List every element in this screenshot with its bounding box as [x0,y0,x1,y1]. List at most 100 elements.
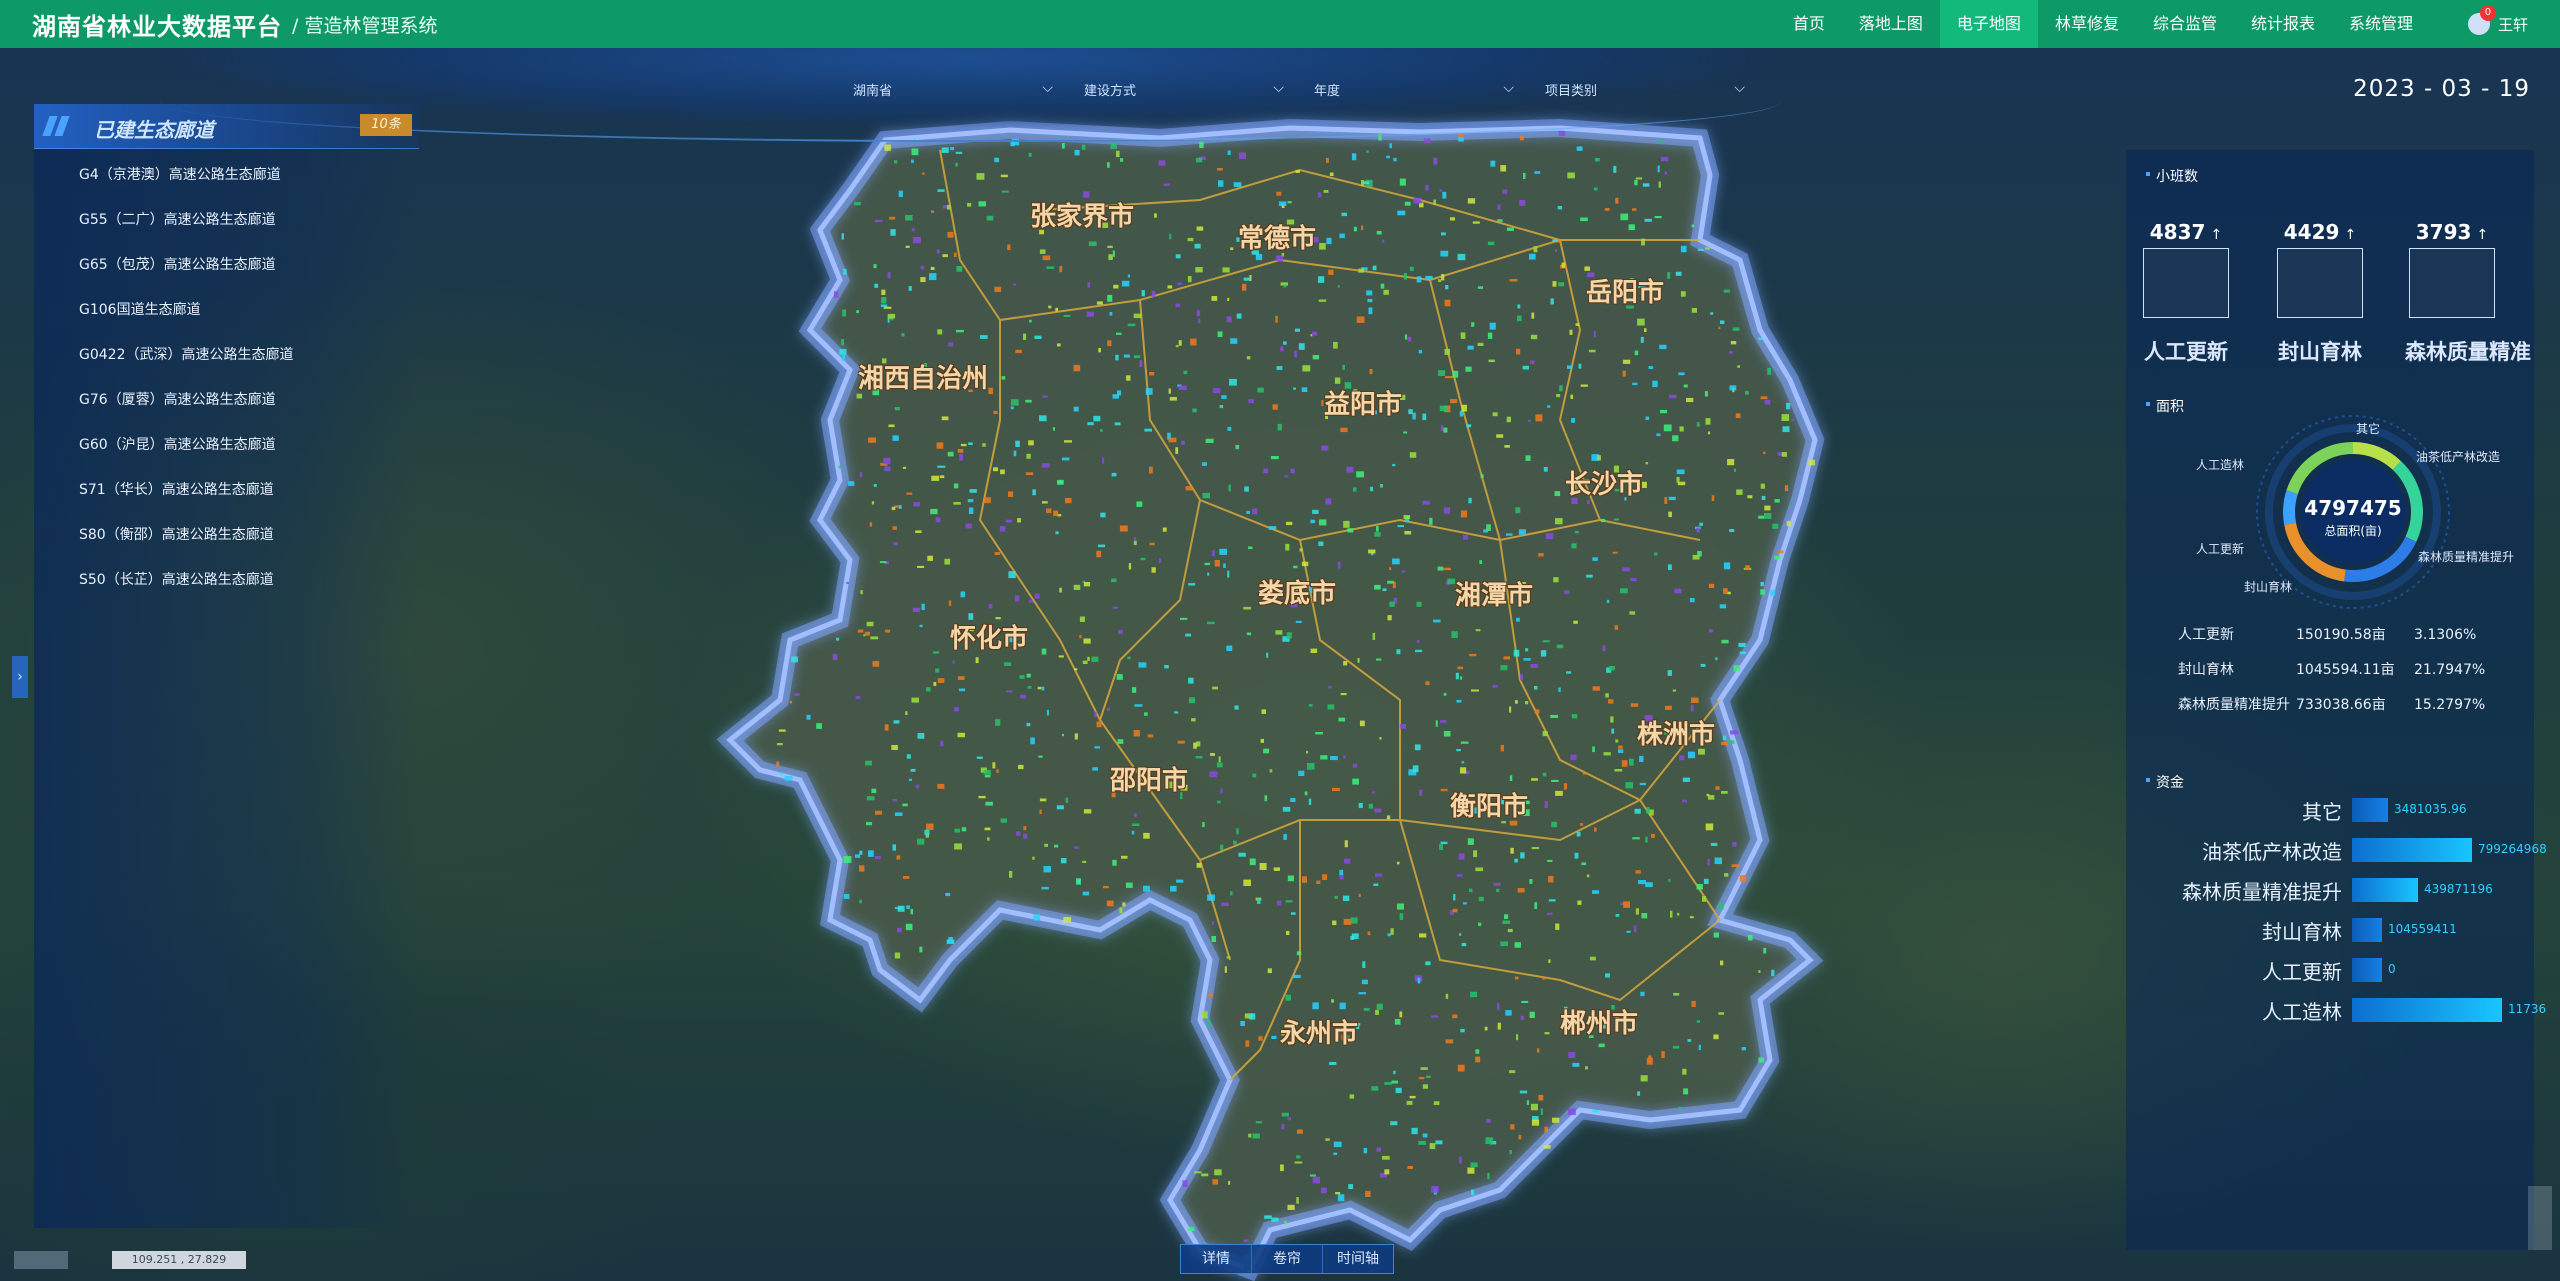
timeline-button[interactable]: 时间轴 [1323,1245,1393,1273]
stat-image [2277,248,2363,318]
fund-name: 封山育林 [2262,920,2342,944]
stat-number: 4837 [2149,220,2206,244]
panel-title: 已建生态廊道 [94,118,214,142]
arrow-up-icon: ↑ [2344,227,2357,243]
fund-row: 其它 3481035.96 [2126,794,2534,824]
section-title: 小班数 [2146,166,2198,186]
donut-label: 人工更新 [2196,542,2245,556]
swipe-button[interactable]: 卷帘 [1252,1245,1323,1273]
donut-label: 封山育林 [2244,580,2293,594]
list-item[interactable]: S80（衡邵）高速公路生态廊道 [34,513,419,558]
nav-electronic-map[interactable]: 电子地图 [1939,0,2038,48]
ecological-corridor-panel: 已建生态廊道 10条 G4（京港澳）高速公路生态廊道 G55（二广）高速公路生态… [34,104,419,1228]
city-label: 衡阳市 [1450,792,1529,822]
avatar-icon[interactable]: 0 [2467,5,2496,35]
chevron-right-icon[interactable]: › [12,656,28,698]
statistics-panel: 小班数 4837 ↑ 人工更新 4429 ↑ 封山育林 3793 ↑ 森林质量精… [2126,150,2547,1250]
list-item[interactable]: S71（华长）高速公路生态廊道 [34,468,419,513]
chevron-down-icon: ⌵ [1042,80,1053,96]
count-badge: 10条 [360,114,412,136]
chevron-down-icon: ⌵ [1273,80,1284,96]
nav-system[interactable]: 系统管理 [2332,0,2430,48]
nav-supervision[interactable]: 综合监管 [2136,0,2234,48]
bars-icon [42,116,70,136]
fund-row: 油茶低产林改造 799264968 [2126,834,2547,864]
area-name: 人工更新 [2178,627,2234,643]
table-row: 封山育林 1045594.11亩 21.7947% [2178,653,2504,688]
nav-home[interactable]: 首页 [1776,0,1842,48]
fund-value: 104559411 [2388,922,2457,936]
list-item[interactable]: G55（二广）高速公路生态廊道 [34,198,419,243]
corridor-list: G4（京港澳）高速公路生态廊道 G55（二广）高速公路生态廊道 G65（包茂）高… [34,149,419,603]
scale-bar [14,1251,68,1269]
area-table: 人工更新 150190.58亩 3.1306% 封山育林 1045594.11亩… [2178,618,2504,723]
stat-image [2409,248,2495,318]
list-item[interactable]: G106国道生态廊道 [34,288,419,333]
city-label: 益阳市 [1324,390,1403,420]
stat-card: 3793 ↑ 森林质量精准 [2402,220,2531,366]
donut-label: 森林质量精准提升 [2418,550,2515,564]
detail-button[interactable]: 详情 [1181,1245,1252,1273]
stat-image [2143,248,2229,318]
category-select[interactable]: 项目类别 ⌵ [1545,80,1745,104]
fund-row: 封山育林 104559411 [2126,914,2534,944]
method-select[interactable]: 建设方式 ⌵ [1084,80,1284,104]
fund-bar-chart: 其它 3481035.96 油茶低产林改造 799264968 森林质量精准提升… [2126,770,2547,1170]
city-label: 永州市 [1280,1019,1359,1049]
fund-bar [2352,998,2502,1022]
list-item[interactable]: G65（包茂）高速公路生态廊道 [34,243,419,288]
arrow-up-icon: ↑ [2476,227,2489,243]
donut-label: 人工造林 [2196,458,2245,472]
list-item[interactable]: S50（长芷）高速公路生态廊道 [34,558,419,603]
city-label: 湘潭市 [1455,581,1534,611]
stat-card: 4837 ↑ 人工更新 [2136,220,2236,366]
fund-name: 人工更新 [2262,960,2342,984]
city-label: 怀化市 [950,624,1029,654]
notification-badge[interactable]: 0 [2479,5,2496,21]
app-title: 湖南省林业大数据平台 [32,12,282,41]
city-label: 岳阳市 [1586,278,1665,308]
year-select-value: 年度 [1314,84,1341,99]
list-item[interactable]: G0422（武深）高速公路生态廊道 [34,333,419,378]
list-item[interactable]: G76（厦蓉）高速公路生态廊道 [34,378,419,423]
city-label: 长沙市 [1565,470,1644,500]
city-label: 郴州市 [1560,1009,1639,1039]
area-name: 森林质量精准提升 [2178,697,2290,713]
arrow-up-icon: ↑ [2210,227,2223,243]
fund-bar [2352,918,2382,942]
nav-restoration[interactable]: 林草修复 [2038,0,2136,48]
user-menu[interactable]: 0 王轩 [2467,0,2528,48]
area-value: 733038.66亩 [2296,697,2386,713]
area-pct: 3.1306% [2414,627,2477,643]
donut-label: 其它 [2356,422,2381,436]
donut-total: 4797475 [2304,496,2402,520]
donut-label: 油茶低产林改造 [2416,450,2501,464]
list-item[interactable]: G60（沪昆）高速公路生态廊道 [34,423,419,468]
panel-header: 已建生态廊道 10条 [34,104,419,149]
area-value: 150190.58亩 [2296,627,2386,643]
coordinate-readout: 109.251 , 27.829 [112,1251,246,1269]
fund-name: 其它 [2302,800,2342,824]
city-label: 邵阳市 [1110,766,1189,796]
fund-row: 人工造林 11736 [2126,994,2546,1024]
fund-bar [2352,878,2418,902]
fund-name: 油茶低产林改造 [2202,840,2342,864]
table-row: 森林质量精准提升 733038.66亩 15.2797% [2178,688,2504,723]
top-header: 湖南省林业大数据平台 / 营造林管理系统 首页 落地上图 电子地图 林草修复 综… [0,0,2560,48]
chevron-down-icon: ⌵ [1734,80,1745,96]
user-name[interactable]: 王轩 [2498,14,2528,35]
fund-bar [2352,958,2382,982]
map-zoom-controls[interactable] [2528,1186,2552,1250]
nav-reports[interactable]: 统计报表 [2234,0,2332,48]
nav-map-upload[interactable]: 落地上图 [1842,0,1940,48]
year-select[interactable]: 年度 ⌵ [1314,80,1514,104]
list-item[interactable]: G4（京港澳）高速公路生态廊道 [34,153,419,198]
province-select[interactable]: 湖南省 ⌵ [853,80,1053,104]
fund-value: 3481035.96 [2394,802,2467,816]
city-label: 常德市 [1238,224,1317,254]
app-subtitle: / 营造林管理系统 [292,14,438,37]
area-donut-chart: 4797475 总面积(亩) 其它 油茶低产林改造 森林质量精准提升 封山育林 … [2126,400,2534,640]
donut-unit: 总面积(亩) [2324,524,2382,538]
stat-number: 3793 [2415,220,2472,244]
donut-svg [2256,415,2450,609]
